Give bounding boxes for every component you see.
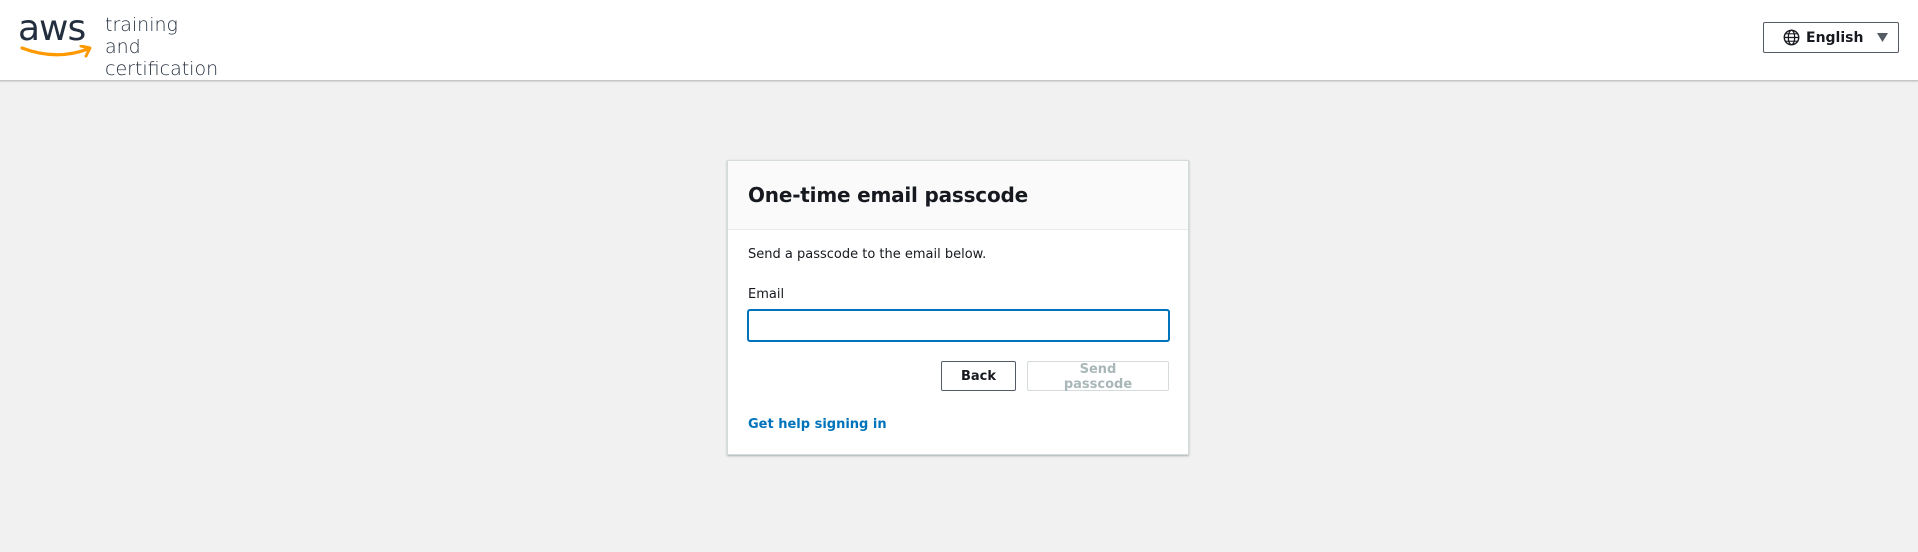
logo-tagline: training and certification bbox=[105, 14, 218, 80]
action-buttons: Back Send passcode bbox=[748, 361, 1169, 392]
card-body: Send a passcode to the email below. Emai… bbox=[728, 230, 1188, 432]
top-header: aws training and certification English bbox=[0, 0, 1918, 81]
send-passcode-button[interactable]: Send passcode bbox=[1027, 361, 1169, 392]
tagline-line-1: training and bbox=[105, 14, 178, 58]
aws-training-logo[interactable]: aws training and certification bbox=[18, 8, 218, 81]
tagline-line-2: certification bbox=[105, 58, 219, 80]
caret-down-icon bbox=[1877, 32, 1889, 42]
help-signing-in-link[interactable]: Get help signing in bbox=[748, 417, 887, 432]
logo-aws-wordmark: aws bbox=[18, 8, 86, 49]
globe-icon bbox=[1783, 29, 1800, 46]
back-button[interactable]: Back bbox=[941, 361, 1016, 391]
page-title: One-time email passcode bbox=[748, 183, 1028, 207]
passcode-card: One-time email passcode Send a passcode … bbox=[727, 160, 1189, 455]
language-selector-button[interactable]: English bbox=[1763, 22, 1899, 53]
email-label: Email bbox=[748, 287, 785, 302]
language-label: English bbox=[1806, 29, 1864, 46]
card-header: One-time email passcode bbox=[728, 161, 1188, 230]
aws-smile-icon bbox=[20, 45, 92, 58]
description-text: Send a passcode to the email below. bbox=[748, 247, 987, 262]
email-field[interactable] bbox=[748, 310, 1169, 341]
